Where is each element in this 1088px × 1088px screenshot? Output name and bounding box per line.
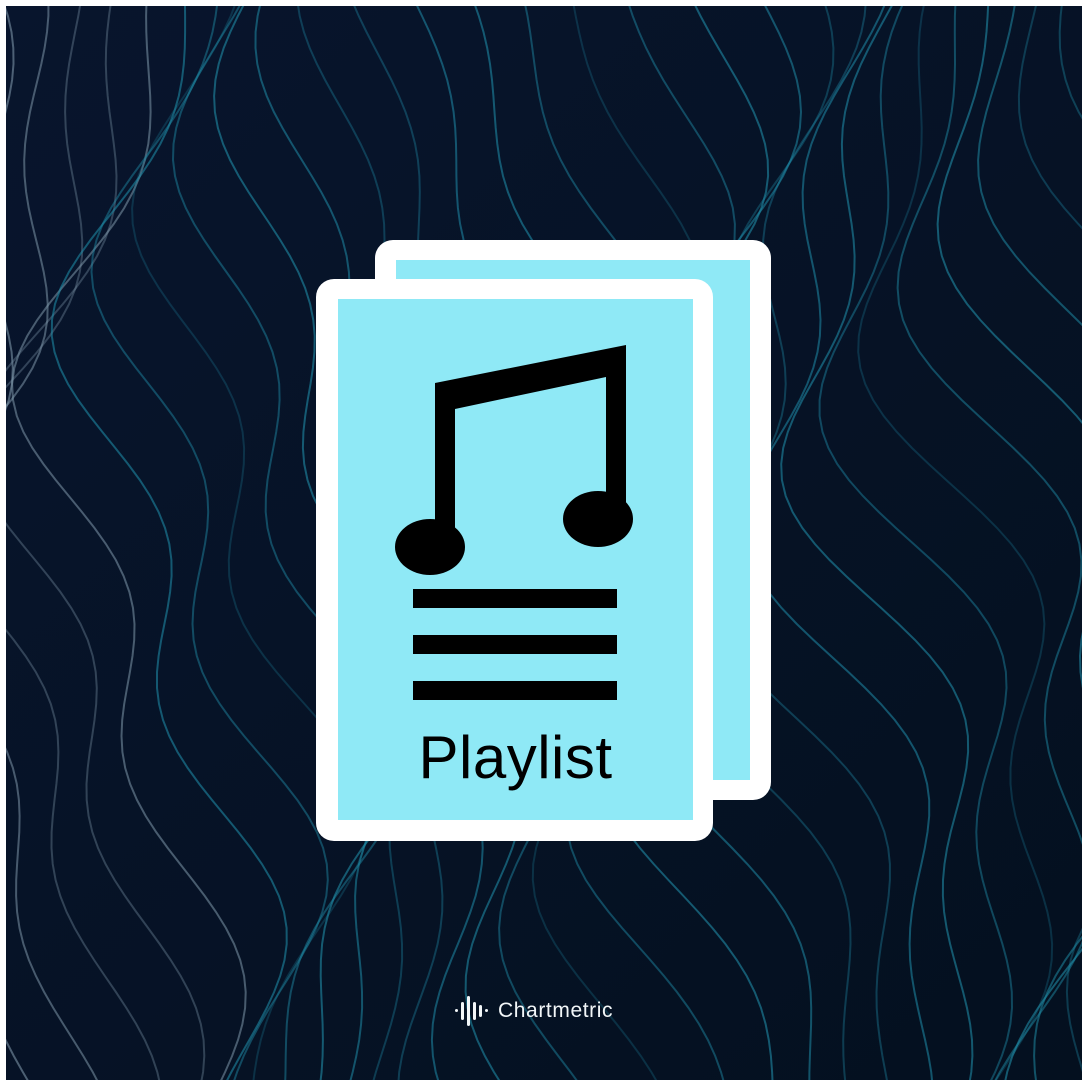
- brand-name: Chartmetric: [498, 999, 614, 1022]
- brand-logo: Chartmetric: [454, 994, 613, 1028]
- sound-wave-logo-icon: [455, 996, 488, 1026]
- playlist-label: Playlist: [418, 724, 613, 791]
- playlist-cover-artwork: Playlist Chartmetric: [0, 0, 1088, 1088]
- list-lines-icon: [413, 589, 617, 700]
- artwork-graphic: [6, 6, 1082, 1080]
